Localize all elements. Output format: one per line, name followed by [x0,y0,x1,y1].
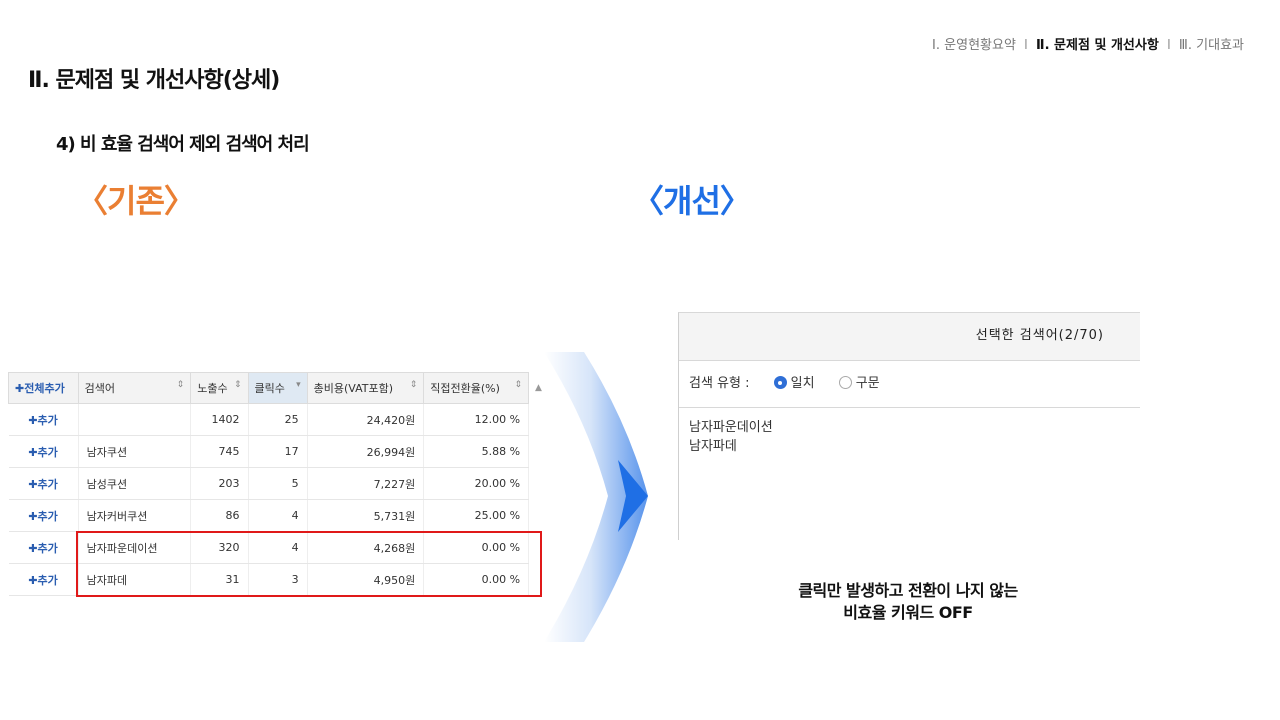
column-header-keyword[interactable]: 검색어 ⇕ [77,372,192,404]
cell-impressions: 745 [190,435,249,468]
sort-icon: ⇕ [409,380,418,390]
cell-conversion: 12.00 % [423,403,530,436]
caption-line: 클릭만 발생하고 전환이 나지 않는 [798,581,1018,600]
cell-clicks: 17 [248,435,308,468]
nav-separator: I [1166,38,1171,53]
cell-conversion: 25.00 % [423,499,530,532]
nav-item-summary: Ⅰ. 운영현황요약 [932,38,1016,53]
cell-cost: 24,420원 [307,403,425,436]
improvement-caption: 클릭만 발생하고 전환이 나지 않는 비효율 키워드 OFF [760,580,1056,624]
add-keyword-button[interactable]: ✚추가 [8,563,79,596]
column-header-cost[interactable]: 총비용(VAT포함) ⇕ [306,372,425,404]
table-row: ✚추가 남자쿠션 745 17 26,994원 5.88 % [8,435,549,468]
column-header-label: 직접전환율(%) [430,382,500,395]
match-type-exact-label: 일치 [790,376,815,391]
cell-keyword [78,403,192,436]
match-type-phrase-radio[interactable]: 구문 [838,376,880,391]
radio-selected-icon [773,376,787,389]
cell-conversion: 5.88 % [423,435,530,468]
column-header-label: 클릭수 [254,382,285,395]
selected-keyword-list: 남자파운데이션 남자파데 [679,408,1140,456]
cell-keyword: 남자쿠션 [78,435,192,468]
table-row: ✚추가 1402 25 24,420원 12.00 % [8,403,549,436]
add-keyword-button[interactable]: ✚추가 [8,531,79,564]
cell-cost: 7,227원 [307,467,425,500]
cell-cost: 26,994원 [307,435,425,468]
table-row: ✚추가 남자커버쿠션 86 4 5,731원 25.00 % [8,499,549,532]
selected-keyword: 남자파운데이션 [689,420,773,435]
cell-clicks: 5 [248,467,308,500]
cell-impressions: 86 [190,499,249,532]
radio-unselected-icon [838,376,852,389]
sort-icon: ⇕ [233,380,242,390]
panel-header: 선택한 검색어(2/70) [679,313,1140,361]
cell-impressions: 1402 [190,403,249,436]
table-row: ✚추가 남성쿠션 203 5 7,227원 20.00 % [8,467,549,500]
column-header-conversion[interactable]: 직접전환율(%) ⇕ [423,372,530,404]
nav-separator: I [1024,38,1028,53]
cell-keyword: 남성쿠션 [78,467,192,500]
column-header-label: 검색어 [84,382,115,395]
cell-clicks: 25 [248,403,308,436]
match-type-phrase-label: 구문 [855,376,880,391]
add-keyword-button[interactable]: ✚추가 [8,467,79,500]
cell-keyword: 남자커버쿠션 [78,499,192,532]
cell-conversion: 20.00 % [423,467,530,500]
add-keyword-button[interactable]: ✚추가 [8,435,79,468]
column-header-impressions[interactable]: 노출수 ⇕ [190,372,249,404]
nav-item-effects: Ⅲ. 기대효과 [1178,38,1244,53]
inefficient-keywords-highlight [76,531,542,597]
section-subtitle: 4) 비 효율 검색어 제외 검색어 처리 [56,134,310,155]
transition-arrow-icon [544,352,648,642]
match-type-row: 검색 유형 : 일치 구문 [679,361,1140,408]
add-all-button[interactable]: ✚전체추가 [8,372,79,404]
match-type-label: 검색 유형 : [689,376,750,391]
selected-keywords-panel: 선택한 검색어(2/70) 검색 유형 : 일치 구문 남자파운데이션 남자파데 [678,312,1140,540]
column-header-clicks[interactable]: 클릭수 ▾ [247,372,308,404]
add-keyword-button[interactable]: ✚추가 [8,403,79,436]
nav-item-issues: Ⅱ. 문제점 및 개선사항 [1036,38,1159,53]
section-navigation: Ⅰ. 운영현황요약 I Ⅱ. 문제점 및 개선사항 I Ⅲ. 기대효과 [932,34,1244,53]
add-keyword-button[interactable]: ✚추가 [8,499,79,532]
before-label: 〈기존〉 [76,182,196,220]
cell-impressions: 203 [190,467,249,500]
column-header-label: 노출수 [197,382,228,395]
after-label: 〈개선〉 [632,182,752,220]
sort-desc-icon: ▾ [296,380,301,390]
selected-keyword: 남자파데 [689,439,737,454]
cell-clicks: 4 [248,499,308,532]
page-title: Ⅱ. 문제점 및 개선사항(상세) [28,68,280,93]
column-header-label: 총비용(VAT포함) [313,382,394,395]
caption-line: 비효율 키워드 OFF [843,603,973,622]
cell-cost: 5,731원 [307,499,425,532]
sort-icon: ⇕ [176,380,185,390]
match-type-exact-radio[interactable]: 일치 [773,376,815,391]
table-header-row: ✚전체추가 검색어 ⇕ 노출수 ⇕ 클릭수 ▾ 총비용(VAT포함) ⇕ 직접전… [8,372,548,404]
sort-icon: ⇕ [514,380,523,390]
